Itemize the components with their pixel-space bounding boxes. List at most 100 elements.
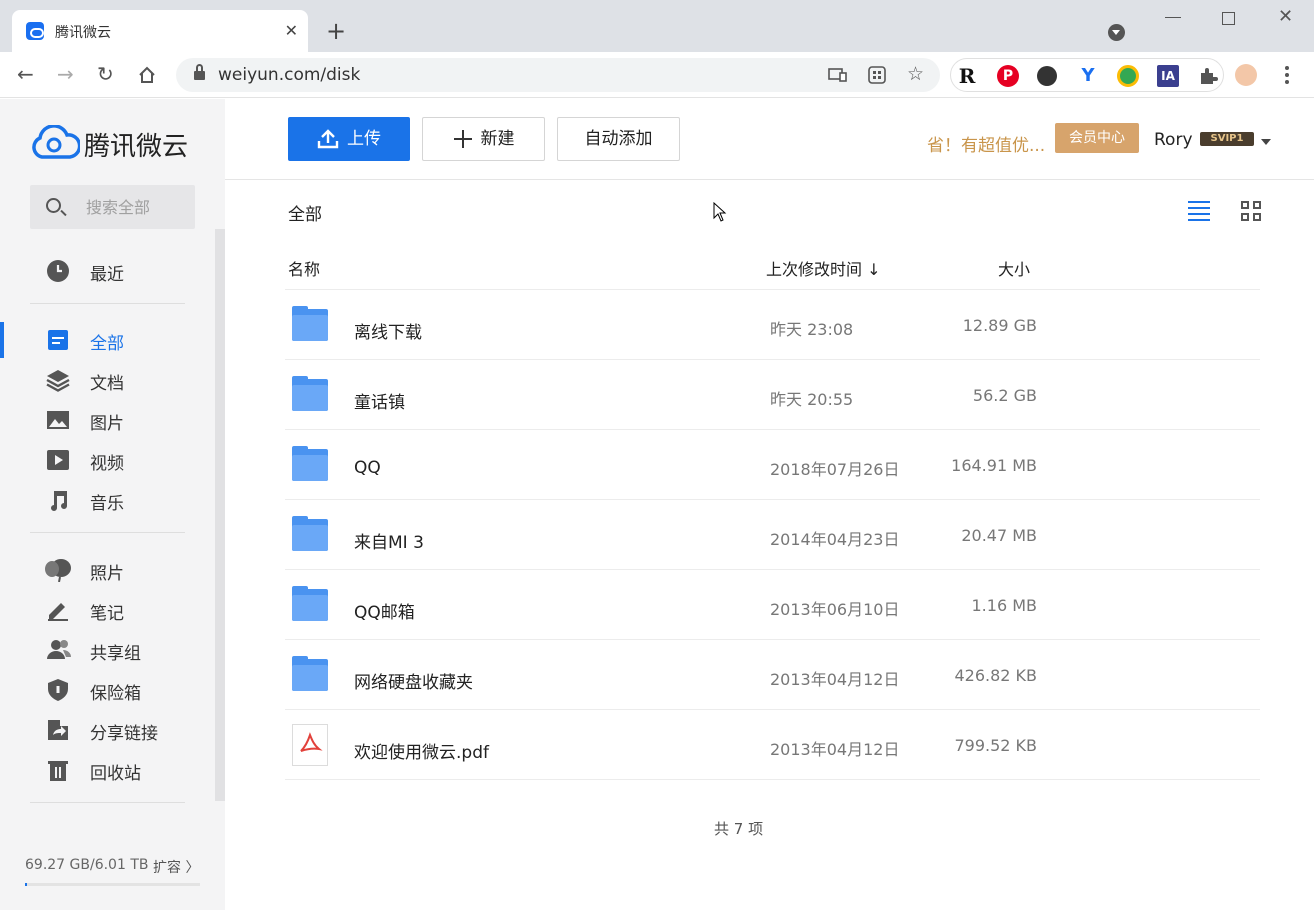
file-size: 20.47 MB bbox=[961, 526, 1037, 545]
sidebar-item-label: 保险箱 bbox=[90, 684, 141, 704]
sidebar-item-label: 分享链接 bbox=[90, 724, 158, 744]
user-name[interactable]: Rory bbox=[1154, 130, 1193, 150]
file-modified: 2013年04月12日 bbox=[770, 740, 900, 759]
reload-icon[interactable]: ↻ bbox=[97, 62, 114, 86]
maximize-window-button[interactable] bbox=[1222, 12, 1235, 25]
table-row[interactable]: QQ邮箱 2013年06月10日 1.16 MB bbox=[285, 570, 1260, 640]
cast-device-icon[interactable] bbox=[828, 68, 848, 82]
upload-button[interactable]: 上传 bbox=[288, 117, 410, 161]
expand-storage-link[interactable]: 扩容 〉 bbox=[153, 857, 199, 877]
member-center-button[interactable]: 会员中心 bbox=[1055, 123, 1139, 153]
sidebar-item-images[interactable]: 图片 bbox=[0, 402, 215, 438]
sidebar-item-label: 最近 bbox=[90, 265, 124, 285]
folder-icon bbox=[292, 586, 328, 621]
tab-title: 腾讯微云 bbox=[55, 25, 111, 41]
sidebar-item-notes[interactable]: 笔记 bbox=[0, 592, 215, 628]
sidebar-item-label: 笔记 bbox=[90, 604, 124, 624]
dots-extension-icon[interactable] bbox=[1037, 66, 1057, 86]
file-size: 426.82 KB bbox=[954, 666, 1037, 685]
tab-close-icon[interactable]: ✕ bbox=[285, 21, 298, 41]
upload-button-label: 上传 bbox=[347, 129, 381, 149]
share-icon bbox=[48, 720, 68, 740]
address-bar[interactable]: weiyun.com/disk ☆ bbox=[176, 58, 940, 92]
file-name[interactable]: 欢迎使用微云.pdf bbox=[354, 738, 489, 763]
browser-tab[interactable]: 腾讯微云 ✕ bbox=[12, 10, 308, 52]
url-text[interactable]: weiyun.com/disk bbox=[218, 65, 360, 85]
logo-text: 腾讯微云 bbox=[84, 132, 189, 162]
sidebar-item-music[interactable]: 音乐 bbox=[0, 482, 215, 518]
file-size: 164.91 MB bbox=[951, 456, 1037, 475]
back-arrow-icon[interactable]: ← bbox=[17, 62, 34, 86]
column-header-name[interactable]: 名称 bbox=[288, 256, 320, 280]
search-input[interactable] bbox=[86, 196, 186, 218]
file-size: 1.16 MB bbox=[971, 596, 1038, 615]
bookmark-star-icon[interactable]: ☆ bbox=[907, 63, 924, 85]
column-header-modified[interactable]: 上次修改时间 ↓ bbox=[766, 256, 881, 280]
minimize-window-button[interactable] bbox=[1165, 8, 1181, 18]
grid-view-icon[interactable] bbox=[1241, 201, 1261, 221]
sidebar-item-all[interactable]: 全部 bbox=[0, 322, 215, 358]
table-row[interactable]: 欢迎使用微云.pdf 2013年04月12日 799.52 KB bbox=[285, 710, 1260, 780]
file-modified: 2013年06月10日 bbox=[770, 600, 900, 619]
folder-icon bbox=[292, 446, 328, 481]
browser-menu-icon[interactable] bbox=[1280, 64, 1294, 86]
sidebar-item-recycle-bin[interactable]: 回收站 bbox=[0, 752, 215, 788]
pinterest-extension-icon[interactable]: P bbox=[997, 65, 1019, 87]
compass-extension-icon[interactable] bbox=[1117, 65, 1139, 87]
file-name[interactable]: QQ邮箱 bbox=[354, 598, 415, 623]
home-icon[interactable] bbox=[138, 66, 156, 84]
weiyun-favicon-icon bbox=[26, 22, 44, 40]
table-row[interactable]: QQ 2018年07月26日 164.91 MB bbox=[285, 430, 1260, 500]
auto-add-button[interactable]: 自动添加 bbox=[557, 117, 680, 161]
qr-code-icon[interactable] bbox=[868, 66, 886, 84]
trash-icon bbox=[48, 761, 68, 781]
sidebar-item-videos[interactable]: 视频 bbox=[0, 442, 215, 478]
table-row[interactable]: 离线下载 昨天 23:08 12.89 GB bbox=[285, 290, 1260, 360]
ia-extension-icon[interactable]: IA bbox=[1157, 65, 1179, 87]
layers-icon bbox=[46, 370, 70, 392]
file-name[interactable]: QQ bbox=[354, 458, 381, 478]
sidebar-item-safe[interactable]: 保险箱 bbox=[0, 672, 215, 708]
folder-icon bbox=[292, 656, 328, 691]
sidebar-divider bbox=[30, 532, 185, 533]
sidebar-item-docs[interactable]: 文档 bbox=[0, 362, 215, 398]
sidebar-item-shared-groups[interactable]: 共享组 bbox=[0, 632, 215, 668]
breadcrumb: 全部 bbox=[288, 205, 322, 225]
search-box[interactable] bbox=[30, 185, 195, 229]
y-extension-icon[interactable]: Y bbox=[1077, 65, 1099, 87]
tab-search-icon[interactable] bbox=[1108, 24, 1125, 41]
sidebar-item-recent[interactable]: 最近 bbox=[0, 253, 215, 289]
upload-icon bbox=[317, 129, 339, 149]
folder-icon bbox=[292, 306, 328, 341]
new-tab-button[interactable]: + bbox=[326, 18, 346, 44]
sidebar-divider bbox=[30, 802, 185, 803]
table-row[interactable]: 童话镇 昨天 20:55 56.2 GB bbox=[285, 360, 1260, 430]
pdf-file-icon bbox=[292, 724, 328, 766]
table-row[interactable]: 网络硬盘收藏夹 2013年04月12日 426.82 KB bbox=[285, 640, 1260, 710]
file-name[interactable]: 来自MI 3 bbox=[354, 528, 424, 553]
lock-icon bbox=[194, 64, 205, 80]
forward-arrow-icon[interactable]: → bbox=[57, 62, 74, 86]
balloon-icon bbox=[45, 559, 71, 582]
extensions-bar: R P Y IA bbox=[950, 58, 1224, 92]
close-window-button[interactable]: ✕ bbox=[1278, 6, 1293, 27]
column-header-size[interactable]: 大小 bbox=[998, 256, 1030, 280]
sidebar-scrollbar[interactable] bbox=[215, 229, 225, 801]
sidebar-item-share-links[interactable]: 分享链接 bbox=[0, 712, 215, 748]
puzzle-extensions-icon[interactable] bbox=[1197, 65, 1219, 87]
r-extension-icon[interactable]: R bbox=[956, 65, 978, 87]
new-button[interactable]: 新建 bbox=[422, 117, 545, 161]
sidebar-item-label: 照片 bbox=[90, 564, 124, 584]
file-name[interactable]: 网络硬盘收藏夹 bbox=[354, 668, 473, 693]
file-name[interactable]: 离线下载 bbox=[354, 318, 422, 343]
table-row[interactable]: 来自MI 3 2014年04月23日 20.47 MB bbox=[285, 500, 1260, 570]
user-menu-chevron-down-icon[interactable] bbox=[1261, 139, 1271, 145]
file-name[interactable]: 童话镇 bbox=[354, 388, 405, 413]
sidebar-item-photos[interactable]: 照片 bbox=[0, 552, 215, 588]
sidebar-item-label: 音乐 bbox=[90, 494, 124, 514]
list-view-icon[interactable] bbox=[1188, 201, 1210, 221]
promo-link[interactable]: 省！有超值优... bbox=[927, 131, 1045, 156]
storage-progress-fill bbox=[25, 883, 27, 886]
sidebar-item-label: 文档 bbox=[90, 374, 124, 394]
profile-avatar[interactable] bbox=[1235, 64, 1257, 86]
